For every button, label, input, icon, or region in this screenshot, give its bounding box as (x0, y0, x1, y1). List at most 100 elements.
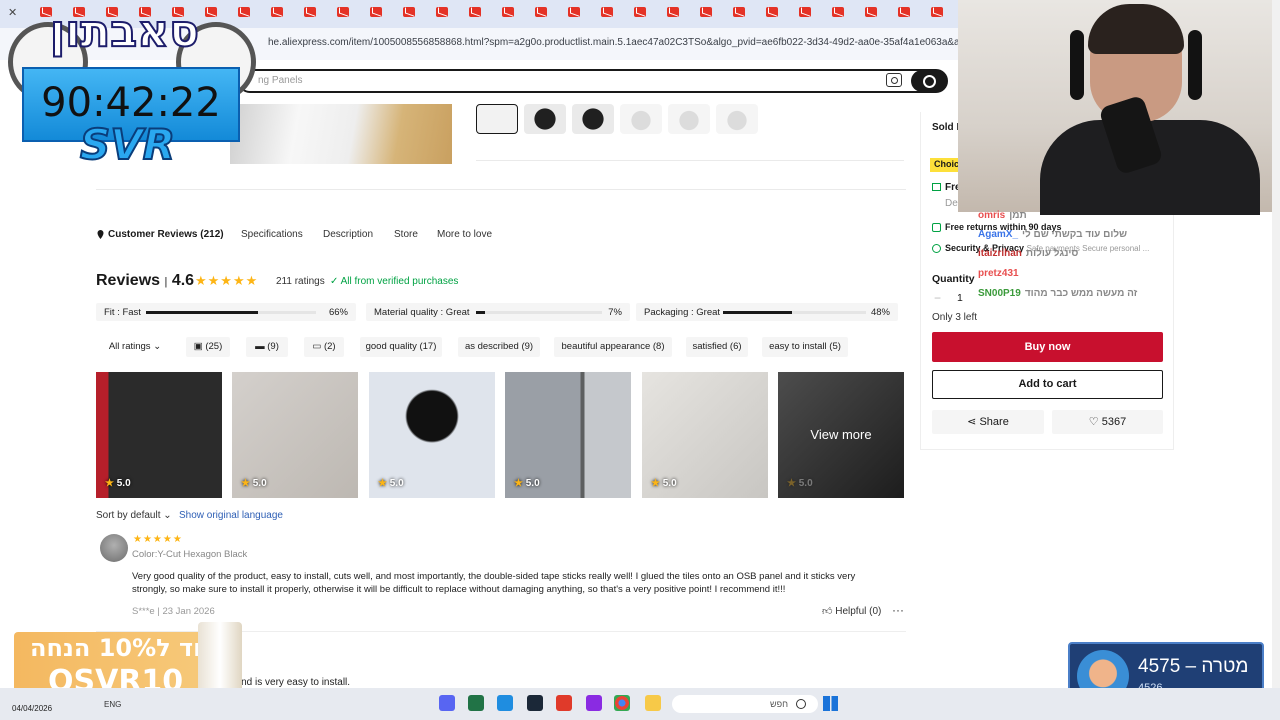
chat-message: SN00P19 זה מעשה ממש כבר מהוד (978, 288, 1137, 299)
browser-tab-icon[interactable] (766, 7, 778, 17)
filter-comments[interactable]: ▭ (2) (304, 337, 344, 357)
browser-tab-icon[interactable] (601, 7, 613, 17)
browser-tab-icon[interactable] (337, 7, 349, 17)
discord-icon[interactable] (439, 695, 455, 711)
review-photo[interactable]: 5.0 (232, 372, 358, 498)
metric-percent: 48% (870, 307, 890, 318)
browser-tab-icon[interactable] (238, 7, 250, 17)
browser-tab-icon[interactable] (436, 7, 448, 17)
show-original-link[interactable]: Show original language (179, 510, 283, 521)
url-text[interactable]: he.aliexpress.com/item/1005008556858868.… (268, 37, 958, 48)
calculator-icon[interactable] (468, 695, 484, 711)
browser-tab-icon[interactable] (403, 7, 415, 17)
review-text: t and is very easy to install. (230, 677, 351, 688)
thumbnail[interactable] (524, 104, 566, 134)
thumbs-up-icon: 👍︎ (822, 606, 833, 617)
tab-description[interactable]: Description (323, 229, 373, 240)
browser-tab-icon[interactable] (733, 7, 745, 17)
folder-icon[interactable] (645, 695, 661, 711)
add-to-cart-button[interactable]: Add to cart (932, 370, 1163, 399)
site-search-input[interactable] (238, 69, 948, 93)
rating-stars: ★★★★★ (195, 273, 259, 288)
tab-store[interactable]: Store (394, 229, 418, 240)
filter-satisfied[interactable]: satisfied (6) (686, 337, 748, 357)
metric-percent: 66% (328, 307, 348, 318)
browser-tab-icon[interactable] (634, 7, 646, 17)
language-indicator[interactable]: ENG (104, 700, 121, 709)
photo-rating: 5.0 (514, 478, 540, 489)
product-image[interactable] (230, 104, 452, 164)
filter-photos[interactable]: ▣ (25) (186, 337, 230, 357)
obs-icon[interactable] (586, 695, 602, 711)
site-search-text[interactable]: ng Panels (258, 75, 302, 86)
tab-specifications[interactable]: Specifications (241, 229, 303, 240)
steam-icon[interactable] (527, 695, 543, 711)
browser-tab-icon[interactable] (304, 7, 316, 17)
review-stars: ★★★★★ (133, 534, 183, 545)
thumbnail[interactable] (668, 104, 710, 134)
share-button[interactable]: ⋖ Share (932, 410, 1044, 434)
chat-text: זה מעשה ממש כבר מהוד (1024, 288, 1138, 299)
thumbnail[interactable] (620, 104, 662, 134)
reviews-heading: Reviews | 4.6 (96, 272, 194, 290)
thumbnail[interactable] (716, 104, 758, 134)
quantity-value[interactable]: 1 (957, 292, 963, 304)
sort-dropdown[interactable]: Sort by default ⌄ (96, 510, 172, 521)
browser-tab-icon[interactable] (898, 7, 910, 17)
helpful-button[interactable]: 👍︎ Helpful (0) (822, 605, 881, 617)
heading-separator: | (164, 276, 168, 288)
filter-easy-to-install[interactable]: easy to install (5) (762, 337, 848, 357)
metric-bar (476, 311, 602, 314)
stream-logo: סאבתון (49, 5, 200, 58)
review-photo[interactable]: 5.0 (505, 372, 631, 498)
review-photo[interactable]: 5.0 (642, 372, 768, 498)
location-pin-icon (97, 230, 104, 239)
more-options-icon[interactable]: ··· (892, 603, 904, 617)
chat-username: pretz431 (978, 268, 1019, 279)
search-icon (796, 699, 806, 709)
photo-rating: 5.0 (651, 478, 677, 489)
review-photo[interactable]: 5.0 (96, 372, 222, 498)
browser-tab-icon[interactable] (667, 7, 679, 17)
thumbnail[interactable] (476, 104, 518, 134)
thumbnail[interactable] (572, 104, 614, 134)
filter-country[interactable]: ▬ (9) (246, 337, 288, 357)
filter-all-ratings[interactable]: All ratings ⌄ (100, 337, 170, 357)
chat-message: pretz431 (978, 268, 1023, 279)
browser-tab-icon[interactable] (568, 7, 580, 17)
browser-tab-icon[interactable] (535, 7, 547, 17)
browser-tab-icon[interactable] (700, 7, 712, 17)
browser-tab-icon[interactable] (799, 7, 811, 17)
browser-tab-icon[interactable] (469, 7, 481, 17)
browser-tab-icon[interactable] (502, 7, 514, 17)
metric-fill (476, 311, 485, 314)
view-more-button[interactable]: View more (778, 427, 904, 442)
chrome-icon[interactable] (614, 695, 630, 711)
metric-fill (723, 311, 792, 314)
filter-beautiful-appearance[interactable]: beautiful appearance (8) (554, 337, 672, 357)
windows-start-icon[interactable] (823, 696, 838, 711)
browser-tab-icon[interactable] (832, 7, 844, 17)
browser-tab-icon[interactable] (865, 7, 877, 17)
wishlist-button[interactable]: ♡ 5367 (1052, 410, 1163, 434)
tab-more-to-love[interactable]: More to love (437, 229, 492, 240)
browser-tab-icon[interactable] (931, 7, 943, 17)
scrollbar[interactable] (1272, 0, 1280, 688)
tab-customer-reviews[interactable]: Customer Reviews (212) (108, 229, 224, 240)
filter-good-quality[interactable]: good quality (17) (360, 337, 442, 357)
camera-search-icon[interactable] (886, 73, 902, 87)
review-photo[interactable]: 5.0 (369, 372, 495, 498)
app-icon[interactable] (556, 695, 572, 711)
review-meta: S***e | 23 Jan 2026 (132, 606, 215, 617)
browser-tab-icon[interactable] (205, 7, 217, 17)
browser-tab-icon[interactable] (370, 7, 382, 17)
filter-as-described[interactable]: as described (9) (458, 337, 540, 357)
check-icon (932, 223, 941, 232)
close-icon[interactable]: ✕ (8, 6, 17, 19)
search-button[interactable] (911, 70, 947, 92)
quantity-decrement[interactable]: − (934, 292, 944, 304)
buy-now-button[interactable]: Buy now (932, 332, 1163, 362)
app-icon[interactable] (497, 695, 513, 711)
metric-label: Fit : Fast (104, 307, 141, 318)
browser-tab-icon[interactable] (271, 7, 283, 17)
